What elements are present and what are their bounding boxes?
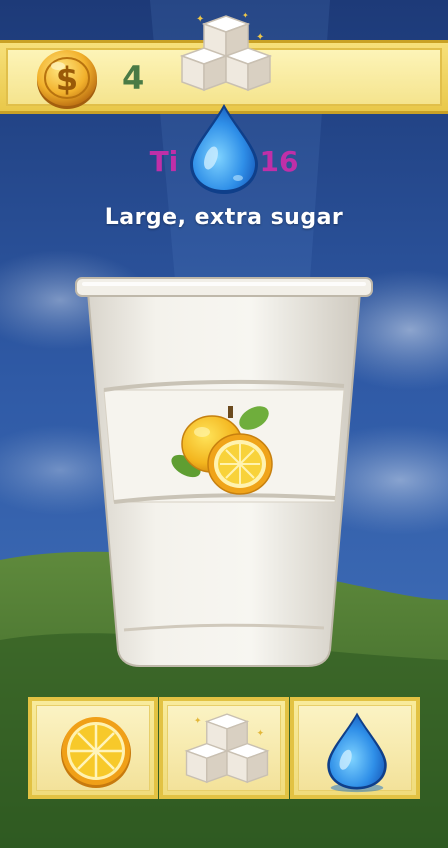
svg-text:✦: ✦	[256, 32, 264, 43]
falling-water-drop-icon	[190, 104, 258, 194]
coin-icon: $	[37, 50, 97, 109]
lemon-icon	[171, 406, 273, 495]
lemon-ingredient-button[interactable]	[28, 697, 158, 799]
timer-prefix: Ti	[149, 145, 179, 178]
water-drop-icon	[327, 712, 387, 793]
svg-text:✦: ✦	[256, 728, 264, 739]
sugar-ingredient-button[interactable]: ✦ ✦	[159, 697, 289, 799]
svg-text:✦: ✦	[242, 11, 249, 20]
water-ingredient-button[interactable]	[290, 697, 420, 799]
order-request: Large, extra sugar	[104, 205, 344, 230]
svg-text:✦: ✦	[196, 14, 204, 25]
lemon-slice-icon	[61, 717, 131, 788]
svg-text:✦: ✦	[194, 715, 202, 726]
falling-sugar-cubes-icon: ✦ ✦ ✦	[179, 11, 273, 92]
sugar-cubes-icon: ✦ ✦	[184, 713, 270, 784]
coin-count: 4	[122, 59, 145, 97]
